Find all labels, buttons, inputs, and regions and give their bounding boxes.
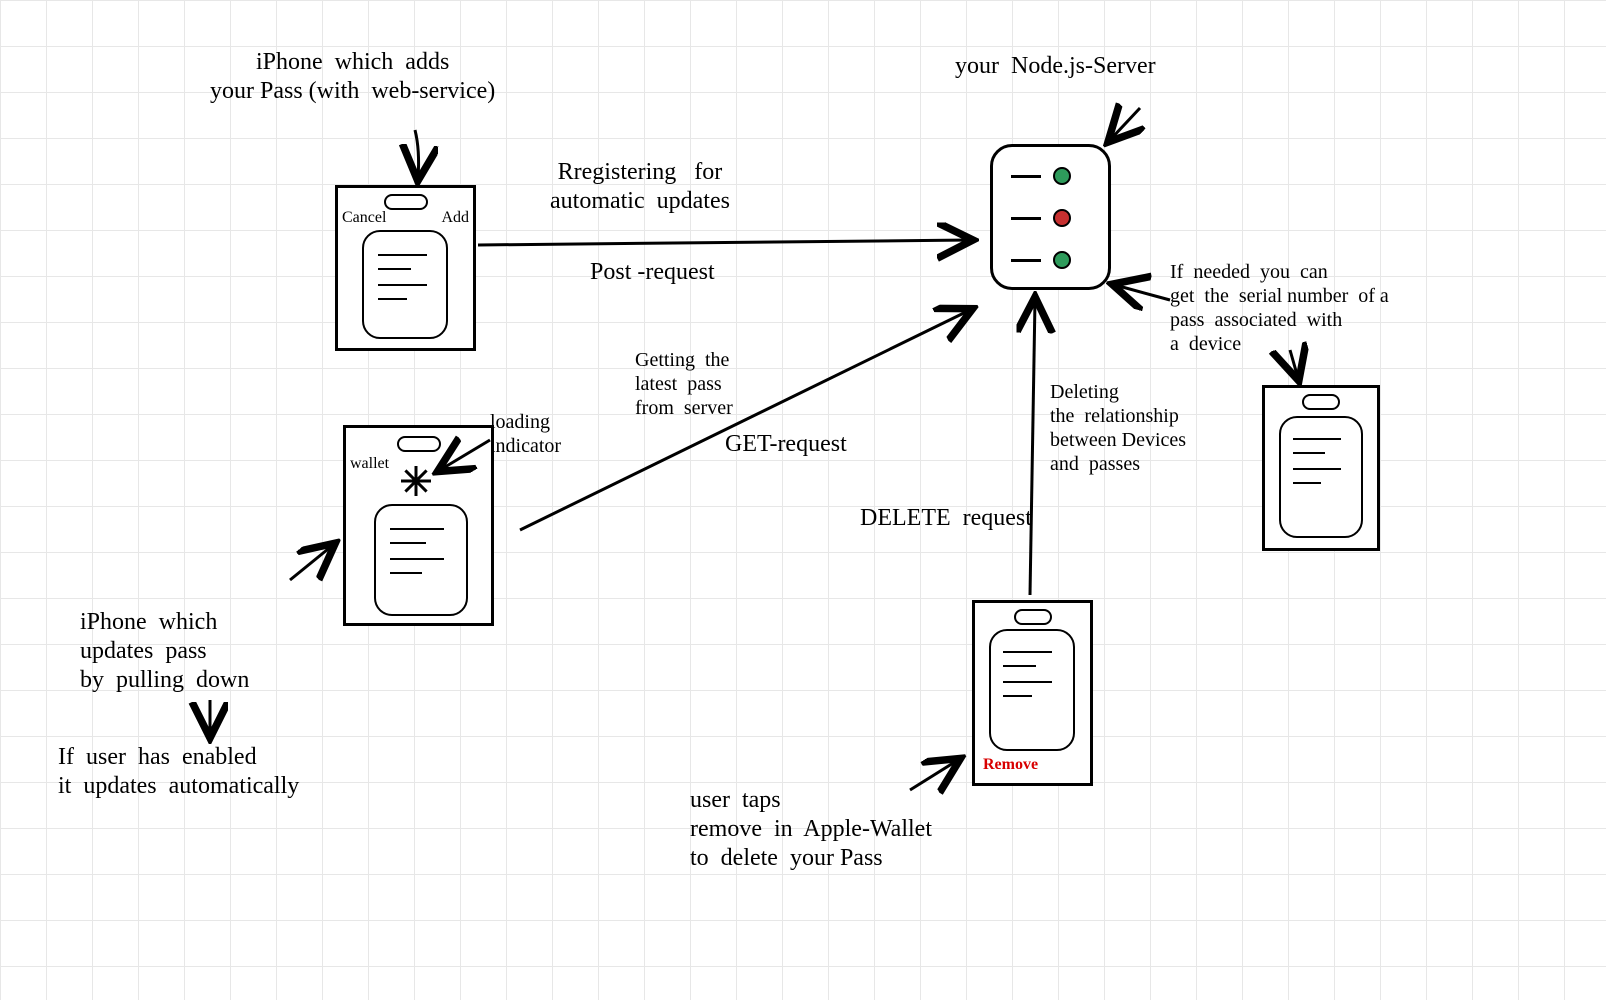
getting-pass-label: Getting the latest pass from server (635, 348, 733, 420)
server-slot (1011, 217, 1041, 220)
delete-relationship-label: Deleting the relationship between Device… (1050, 380, 1186, 476)
server-title: your Node.js-Server (955, 52, 1156, 81)
phone-notch (397, 436, 441, 452)
nodejs-server (990, 144, 1111, 290)
cancel-button-label: Cancel (342, 208, 386, 227)
loading-spinner-icon (401, 466, 431, 496)
phone-notch (1302, 394, 1340, 410)
wallet-label: wallet (350, 454, 389, 473)
add-button-label: Add (441, 208, 469, 227)
iphone-wallet-refresh: wallet (343, 425, 494, 626)
phone-notch (1014, 609, 1052, 625)
server-slot (1011, 259, 1041, 262)
server-slot (1011, 175, 1041, 178)
pass-card (989, 629, 1075, 751)
delete-request-label: DELETE request (860, 504, 1032, 533)
server-led-red-icon (1053, 209, 1071, 227)
phone-notch (384, 194, 428, 210)
iphone-add-title: iPhone which adds your Pass (with web-se… (210, 48, 495, 106)
register-label: Rregistering for automatic updates (550, 158, 730, 216)
iphone-add-pass: Cancel Add (335, 185, 476, 351)
get-request-label: GET-request (725, 430, 847, 459)
pass-card (374, 504, 468, 616)
server-led-green-icon (1053, 167, 1071, 185)
iphone-remove-pass: Remove (972, 600, 1093, 786)
loading-indicator-label: loading indicator (490, 410, 561, 458)
pulldown-update-label: iPhone which updates pass by pulling dow… (80, 608, 249, 694)
server-led-green-icon (1053, 251, 1071, 269)
serial-number-note: If needed you can get the serial number … (1170, 260, 1389, 356)
pass-card (362, 230, 448, 339)
iphone-serial-lookup (1262, 385, 1380, 551)
remove-note: user taps remove in Apple-Wallet to dele… (690, 786, 932, 872)
pass-card (1279, 416, 1363, 538)
post-request-label: Post -request (590, 258, 715, 287)
auto-update-label: If user has enabled it updates automatic… (58, 743, 299, 801)
remove-button-label: Remove (983, 755, 1038, 774)
